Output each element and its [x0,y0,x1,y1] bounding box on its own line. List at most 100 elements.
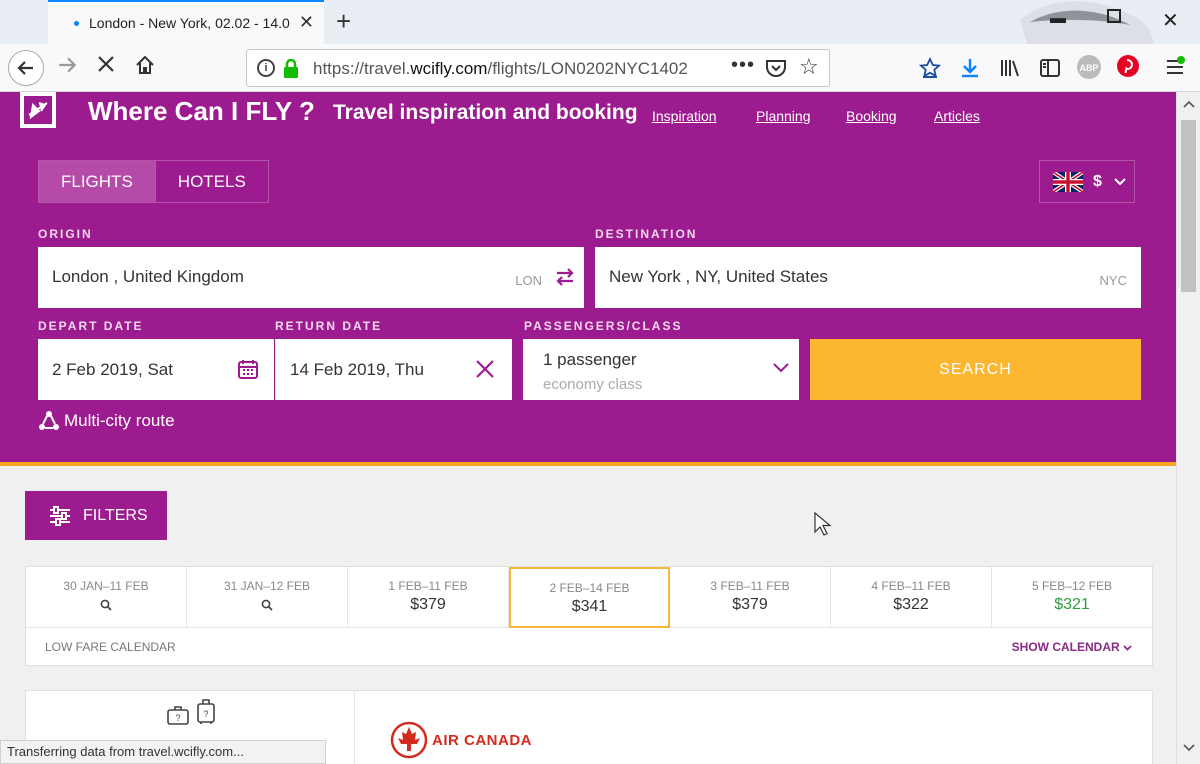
page-actions-icon[interactable]: ••• [731,54,755,77]
stop-button[interactable] [96,54,116,80]
airplane-icon [24,96,52,124]
bookmark-star-icon[interactable]: ☆ [799,54,819,80]
origin-value: London , United Kingdom [52,267,244,286]
fare-price-best: $321 [1054,596,1090,613]
destination-label: DESTINATION [595,227,698,241]
fare-price: $341 [571,598,608,615]
bookmarks-star-toolbar-icon[interactable] [918,56,942,85]
low-fare-calendar-label: LOW FARE CALENDAR [45,640,176,654]
currency-label: $ [1093,172,1102,190]
checked-bag-icon: ? [197,699,215,724]
svg-text:?: ? [203,709,208,719]
secure-lock-icon [283,58,299,84]
adblock-icon[interactable]: ABP [1076,54,1102,85]
minimize-icon[interactable]: ▬ [1050,10,1066,28]
chevron-down-icon [1114,177,1126,185]
results-area: FILTERS 30 JAN–11 FEB 31 JAN–12 FEB 1 FE… [0,466,1176,764]
airline-name: AIR CANADA [432,731,532,749]
site-info-icon[interactable]: i [257,59,275,77]
browser-tab-active[interactable]: London - New York, 02.02 - 14.0 ✕ [48,0,324,44]
browser-tab-bar: London - New York, 02.02 - 14.0 ✕ + ▬ ✕ [0,0,1200,94]
origin-label: ORIGIN [38,227,93,241]
passenger-count: 1 passenger [543,350,637,369]
multi-city-route-link[interactable]: Multi-city route [38,410,175,432]
stop-icon [98,56,114,72]
fare-date-range: 1 FEB–11 FEB [388,579,468,593]
sidebar-icon[interactable] [1038,56,1062,85]
fare-date-range: 2 FEB–14 FEB [549,581,630,595]
scrollbar-thumb[interactable] [1181,120,1196,292]
downloads-icon[interactable] [958,56,982,85]
tab-flights[interactable]: FLIGHTS [39,161,155,202]
nav-link-inspiration[interactable]: Inspiration [652,108,717,124]
origin-field[interactable]: London , United Kingdom LON [38,247,584,308]
filters-label: FILTERS [83,506,148,524]
browser-nav-bar: i https://travel.wcifly.com/flights/LON0… [0,44,1200,92]
filters-button[interactable]: FILTERS [25,491,167,540]
language-currency-selector[interactable]: $ [1039,160,1135,203]
low-fare-calendar: 30 JAN–11 FEB 31 JAN–12 FEB 1 FEB–11 FEB… [25,566,1153,666]
origin-code: LON [515,273,542,288]
nav-link-booking[interactable]: Booking [846,108,897,124]
page-scrollbar[interactable] [1176,92,1200,764]
window-close-icon[interactable]: ✕ [1162,8,1179,33]
nav-link-articles[interactable]: Articles [934,108,980,124]
nav-link-planning[interactable]: Planning [756,108,811,124]
fare-date-cell[interactable]: 30 JAN–11 FEB [26,567,187,628]
fare-date-cell-selected[interactable]: 2 FEB–14 FEB $341 [509,567,670,628]
passengers-class-select[interactable]: 1 passenger economy class [523,339,799,400]
search-mode-tabs: FLIGHTS HOTELS [38,160,269,203]
clear-date-icon[interactable] [474,358,496,380]
pocket-icon[interactable] [765,58,787,83]
forward-button[interactable] [56,54,78,82]
cabin-bag-icon: ? [167,706,189,725]
show-calendar-link[interactable]: SHOW CALENDAR [1012,640,1132,654]
return-date-value: 14 Feb 2019, Thu [290,360,424,379]
scroll-down-icon[interactable] [1183,744,1195,752]
filter-sliders-icon [50,505,70,526]
calendar-icon[interactable] [238,359,258,379]
library-icon[interactable] [998,56,1022,85]
menu-hamburger-icon[interactable] [1164,56,1186,83]
return-date-field[interactable]: 14 Feb 2019, Thu [275,339,512,400]
search-icon [100,599,112,611]
depart-date-field[interactable]: 2 Feb 2019, Sat [38,339,274,400]
uk-flag-icon [1053,171,1083,192]
loading-dot-icon [74,20,79,26]
fare-date-cell[interactable]: 1 FEB–11 FEB $379 [348,567,509,628]
back-arrow-icon [17,61,33,75]
fare-price: $379 [410,596,446,613]
fare-date-range: 31 JAN–12 FEB [223,579,311,593]
url-text: https://travel.wcifly.com/flights/LON020… [313,59,688,78]
destination-code: NYC [1099,273,1127,288]
mouse-cursor-icon [814,512,832,536]
multi-city-label: Multi-city route [64,411,175,430]
fare-date-cell[interactable]: 3 FEB–11 FEB $379 [670,567,831,628]
brand-title[interactable]: Where Can I FLY ? [88,96,315,127]
chevron-down-icon [773,363,789,373]
search-button[interactable]: SEARCH [810,339,1141,400]
fare-date-cell[interactable]: 5 FEB–12 FEB $321 [992,567,1152,628]
multi-city-route-icon [39,411,59,430]
pinterest-icon[interactable] [1116,54,1140,83]
depart-date-label: DEPART DATE [38,319,144,333]
svg-text:ABP: ABP [1079,63,1098,73]
tab-hotels[interactable]: HOTELS [154,161,268,202]
fare-date-cell[interactable]: 31 JAN–12 FEB [187,567,348,628]
new-tab-icon[interactable]: + [336,8,351,34]
destination-field[interactable]: New York , NY, United States NYC [595,247,1141,308]
swap-arrows-icon[interactable] [554,267,576,287]
back-button[interactable] [8,50,44,86]
svg-text:?: ? [175,713,180,723]
maximize-icon[interactable] [1106,8,1122,29]
scroll-up-icon[interactable] [1183,100,1195,108]
home-button[interactable] [134,54,156,82]
fare-date-range: 30 JAN–11 FEB [63,579,149,593]
site-logo[interactable] [20,92,56,128]
chevron-down-icon [1123,645,1132,651]
return-date-label: RETURN DATE [275,319,383,333]
fare-date-cell[interactable]: 4 FEB–11 FEB $322 [831,567,992,628]
address-bar[interactable]: i https://travel.wcifly.com/flights/LON0… [246,49,830,87]
tab-close-icon[interactable]: ✕ [299,13,314,31]
fare-price: $322 [893,596,929,613]
